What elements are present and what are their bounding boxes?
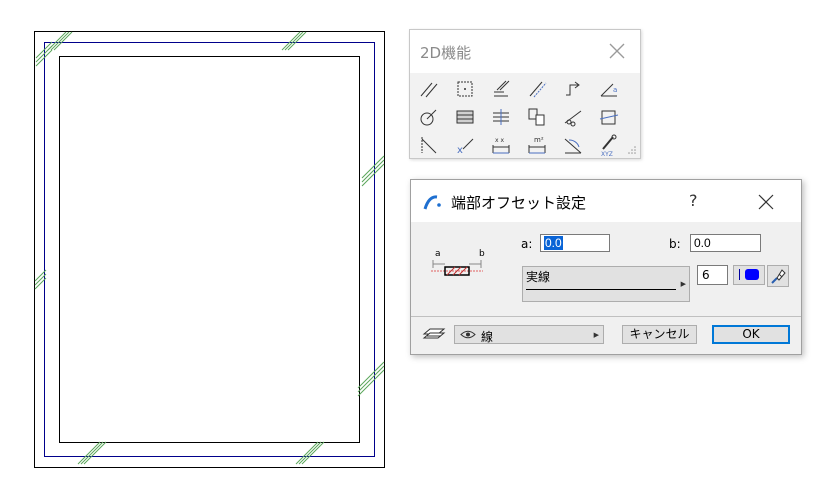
b-offset-field[interactable]: 0.0 <box>690 234 761 252</box>
coordinate-tool-icon[interactable]: XYZ <box>597 133 621 157</box>
resize-grip-icon[interactable] <box>627 145 637 155</box>
multiline-tool-icon[interactable] <box>489 77 513 101</box>
eye-icon <box>460 330 476 339</box>
corner-hatch-marks <box>34 31 385 465</box>
footer-separator <box>411 316 801 317</box>
svg-text:a: a <box>613 86 617 94</box>
angle-tool-icon[interactable]: a <box>597 77 621 101</box>
chevron-right-icon: ▶ <box>593 331 599 339</box>
outer-frame <box>34 31 385 468</box>
pen-color-button[interactable] <box>733 265 765 285</box>
diagram-label-a: a <box>435 249 441 259</box>
b-offset-value: 0.0 <box>694 236 711 250</box>
chevron-right-icon: ▶ <box>680 280 686 288</box>
copy-tool-icon[interactable] <box>525 105 549 129</box>
dimension-tool-icon[interactable]: x x <box>489 133 513 157</box>
diagram-label-b: b <box>479 249 485 259</box>
end-offset-app-icon <box>423 195 441 210</box>
paint-brush-button[interactable] <box>767 265 789 287</box>
layer-icon <box>422 328 446 339</box>
ok-button[interactable]: OK <box>712 325 790 344</box>
a-offset-value: 0.0 <box>544 236 563 250</box>
cut-tool-icon[interactable] <box>561 105 585 129</box>
end-offset-settings-dialog: 端部オフセット設定 ? a b a: 0.0 b: 0.0 実線 ▶ 6 線 ▶… <box>410 179 802 355</box>
pen-number-field[interactable]: 6 <box>697 265 728 285</box>
hatch-tool-icon[interactable] <box>453 105 477 129</box>
pen-weight-icon <box>739 269 740 280</box>
drawing-canvas[interactable] <box>0 0 400 489</box>
layer-selector[interactable]: 線 ▶ <box>454 325 604 344</box>
help-button[interactable]: ? <box>689 191 698 210</box>
point-tool-icon[interactable]: x <box>453 133 477 157</box>
angle-dimension-tool-icon[interactable] <box>561 133 585 157</box>
linetype-preview <box>526 289 676 290</box>
b-label: b: <box>669 237 681 251</box>
polyline-tool-icon[interactable] <box>561 77 585 101</box>
palette-title: 2D機能 <box>420 44 472 62</box>
diagonal-tool-icon[interactable] <box>417 133 441 157</box>
close-icon[interactable] <box>607 41 627 61</box>
circle-tool-icon[interactable] <box>417 105 441 129</box>
offset-diagram: a b <box>431 249 485 276</box>
layer-name: 線 <box>481 330 494 344</box>
2d-functions-palette: 2D機能 a x x x m² XYZ <box>409 29 641 159</box>
close-icon[interactable] <box>757 193 775 211</box>
dialog-title: 端部オフセット設定 <box>451 194 587 212</box>
inner-frame <box>59 56 360 443</box>
svg-text:x x: x x <box>495 137 504 144</box>
dialog-titlebar[interactable]: 端部オフセット設定 ? <box>411 180 801 222</box>
linetype-name: 実線 <box>526 270 551 284</box>
svg-text:x: x <box>457 145 463 156</box>
pen-number: 6 <box>702 268 710 282</box>
svg-text:m²: m² <box>534 136 544 144</box>
svg-text:XYZ: XYZ <box>601 151 613 157</box>
paint-brush-icon <box>771 269 786 284</box>
rectangle-tool-icon[interactable] <box>453 77 477 101</box>
a-label: a: <box>521 237 533 251</box>
line-tool-icon[interactable] <box>417 77 441 101</box>
palette-titlebar[interactable]: 2D機能 <box>410 30 640 73</box>
frame-tool-icon[interactable] <box>597 105 621 129</box>
trim-tool-icon[interactable] <box>489 105 513 129</box>
blue-offset-frame <box>44 42 375 457</box>
a-offset-field[interactable]: 0.0 <box>540 234 610 252</box>
pen-color-swatch <box>745 269 759 280</box>
area-dimension-tool-icon[interactable]: m² <box>525 133 549 157</box>
cancel-button[interactable]: キャンセル <box>622 325 697 344</box>
linetype-selector[interactable]: 実線 ▶ <box>522 266 690 302</box>
offset-lines-tool-icon[interactable] <box>525 77 549 101</box>
